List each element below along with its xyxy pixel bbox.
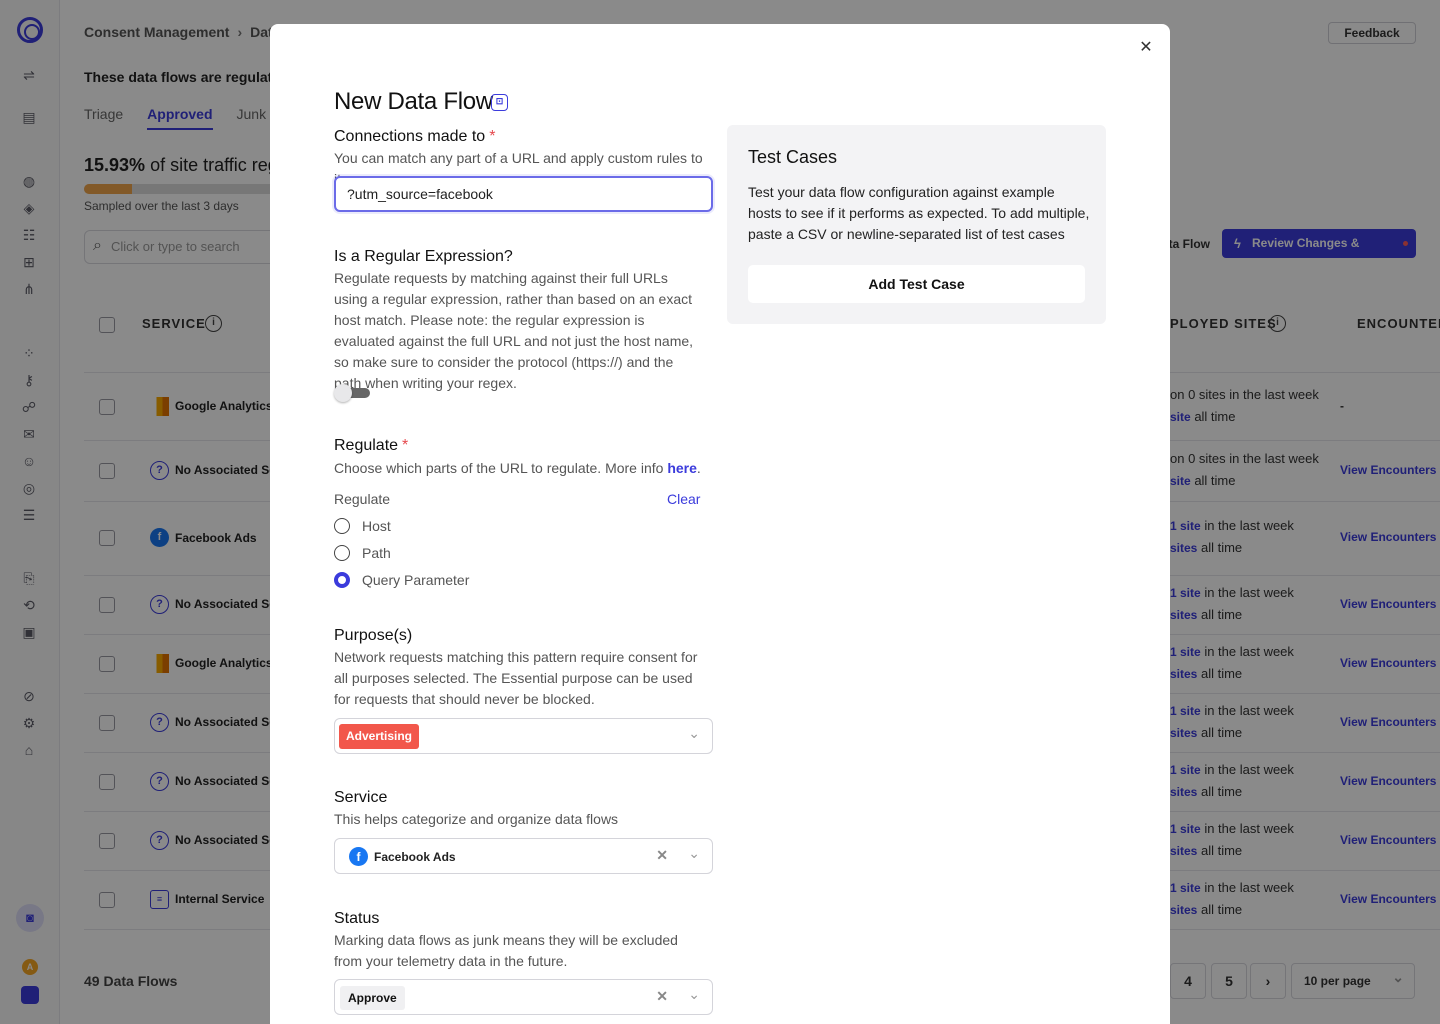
close-icon[interactable]: ✕ <box>1138 40 1154 56</box>
status-value: Approve <box>340 986 405 1010</box>
chevron-down-icon[interactable]: ⌄ <box>688 986 700 1003</box>
purposes-help: Network requests matching this pattern r… <box>334 649 698 707</box>
clear-icon[interactable]: ✕ <box>656 988 668 1005</box>
service-select[interactable]: f Facebook Ads ✕ ⌄ <box>334 838 713 874</box>
status-label: Status <box>334 910 380 927</box>
radio-query-label: Query Parameter <box>362 572 470 588</box>
radio-circle[interactable] <box>334 545 350 561</box>
radio-host[interactable]: Host <box>334 518 391 534</box>
purposes-select[interactable]: Advertising ⌄ <box>334 718 713 754</box>
clear-button[interactable]: Clear <box>667 491 700 507</box>
regulate-help: Choose which parts of the URL to regulat… <box>334 458 704 479</box>
regulate-label-text: Regulate <box>334 437 399 454</box>
purpose-chip-advertising[interactable]: Advertising <box>339 724 420 749</box>
radio-circle[interactable] <box>334 518 350 534</box>
service-value-text: Facebook Ads <box>374 849 456 864</box>
regex-label: Is a Regular Expression? <box>334 248 513 265</box>
status-help: Marking data flows as junk means they wi… <box>334 932 678 969</box>
chevron-down-icon[interactable]: ⌄ <box>688 725 700 742</box>
status-select[interactable]: Approve ✕ ⌄ <box>334 979 713 1015</box>
radio-host-label: Host <box>362 518 391 534</box>
service-label: Service <box>334 789 388 806</box>
service-value: f Facebook Ads <box>349 847 456 866</box>
radio-path[interactable]: Path <box>334 545 391 561</box>
regex-help: Regulate requests by matching against th… <box>334 270 694 391</box>
required-marker: * <box>489 128 496 145</box>
regulate-help-suffix: . <box>696 460 701 476</box>
regulate-help-link[interactable]: here <box>667 460 697 476</box>
connections-label: Connections made to * <box>334 128 495 146</box>
regulate-label: Regulate * <box>334 437 408 455</box>
test-cases-description: Test your data flow configuration agains… <box>748 184 1090 242</box>
radio-circle-selected[interactable] <box>334 572 350 588</box>
modal-title: New Data Flow <box>334 88 493 115</box>
connections-input[interactable] <box>334 176 713 212</box>
regulate-sublabel: Regulate <box>334 491 391 507</box>
radio-path-label: Path <box>362 545 391 561</box>
regulate-help-text: Choose which parts of the URL to regulat… <box>334 460 668 476</box>
facebook-icon: f <box>349 847 368 866</box>
test-cases-title: Test Cases <box>748 147 838 167</box>
regex-toggle[interactable] <box>334 384 370 402</box>
connections-label-text: Connections made to <box>334 128 486 145</box>
clear-icon[interactable]: ✕ <box>656 847 668 864</box>
radio-query-parameter[interactable]: Query Parameter <box>334 572 469 588</box>
service-help: This helps categorize and organize data … <box>334 811 619 827</box>
purposes-label: Purpose(s) <box>334 627 413 644</box>
chevron-down-icon[interactable]: ⌄ <box>688 845 700 862</box>
docs-icon[interactable]: ⊡ <box>491 94 508 111</box>
required-marker: * <box>402 437 409 454</box>
add-test-case-button[interactable]: Add Test Case <box>748 265 1085 303</box>
